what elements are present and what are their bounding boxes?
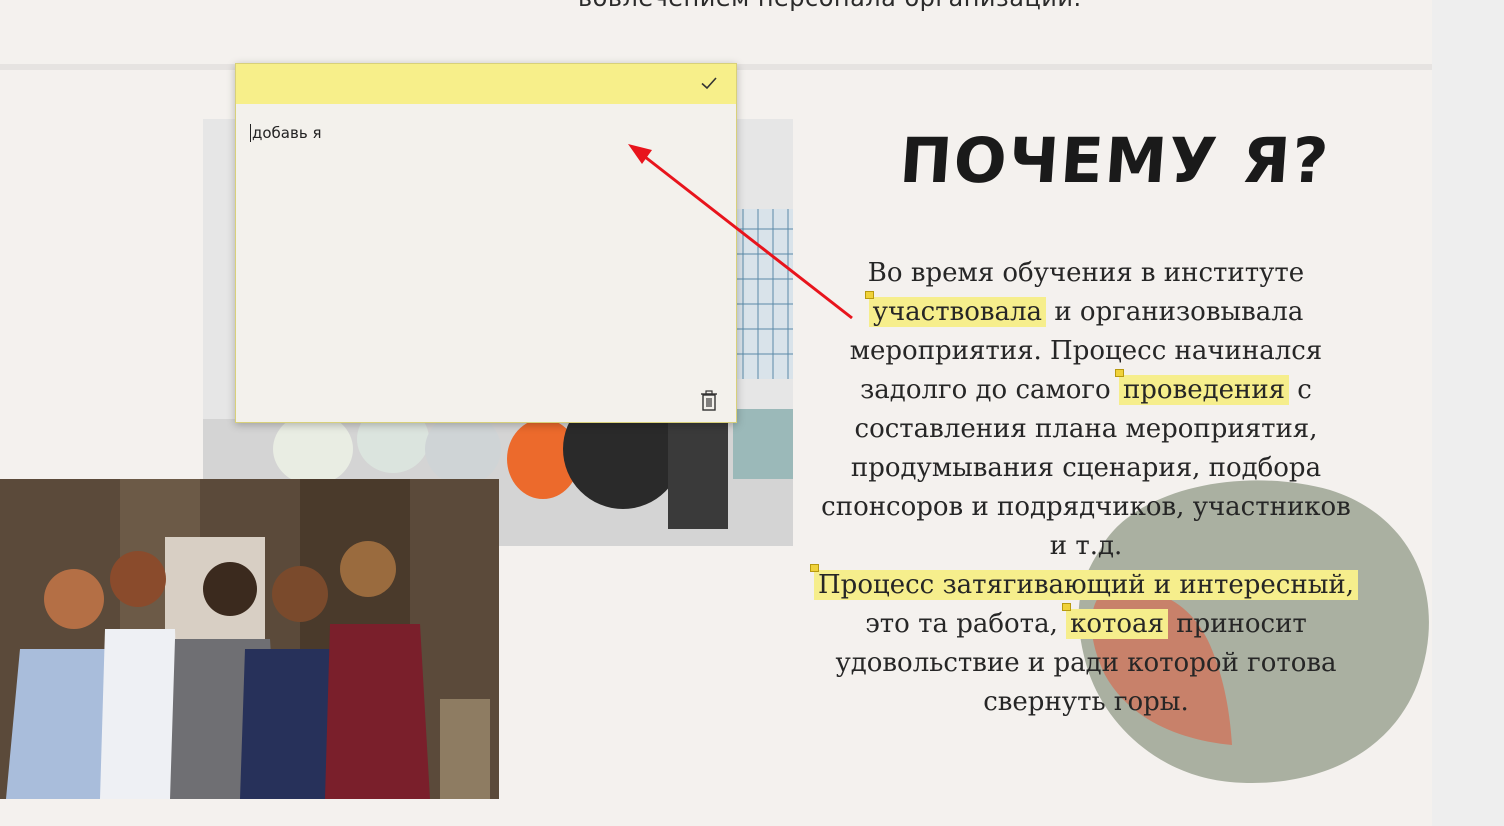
previous-section-text: вовлечением персонала организации.: [0, 0, 1432, 64]
highlighted-text[interactable]: Процесс затягивающий и интересный,: [814, 570, 1358, 600]
team-photo: [0, 479, 499, 799]
paragraph-text: приносит: [1167, 609, 1307, 639]
paragraph-line: продумывания сценария, подбора: [850, 453, 1322, 483]
sticky-note-text[interactable]: добавь я: [250, 124, 321, 142]
paragraph-line: мероприятия. Процесс начинался: [849, 336, 1323, 366]
paragraph-line: участвовала и организовывала: [796, 293, 1376, 332]
highlighted-text[interactable]: проведения: [1118, 375, 1290, 405]
sticky-note[interactable]: добавь я: [235, 63, 737, 423]
paragraph-text: это та работа,: [865, 609, 1067, 639]
highlighted-text[interactable]: участвовала: [868, 297, 1047, 327]
highlighted-text[interactable]: котоая: [1066, 609, 1168, 639]
paragraph-text: и организовывала: [1046, 297, 1304, 327]
paragraph-line: и т.д.: [1049, 531, 1123, 561]
paragraph-line: задолго до самого проведения с: [796, 371, 1376, 410]
paragraph-line: удовольствие и ради которой готова: [835, 648, 1337, 678]
paragraph-line: Процесс затягивающий и интересный,: [796, 566, 1376, 605]
paragraph-line: спонсоров и подрядчиков, участников: [821, 492, 1351, 522]
window-gutter: [1432, 0, 1504, 826]
paragraph-line: Во время обучения в институте: [867, 258, 1305, 288]
page-title: ПОЧЕМУ Я?: [897, 124, 1333, 197]
previous-section-last-line: вовлечением персонала организации.: [578, 0, 1082, 12]
paragraph-line: это та работа, котоая приносит: [796, 605, 1376, 644]
paragraph-line: составления плана мероприятия,: [854, 414, 1318, 444]
paragraph-line: свернуть горы.: [983, 687, 1189, 717]
paragraph-text: задолго до самого: [860, 375, 1119, 405]
trash-icon[interactable]: [700, 390, 718, 412]
paragraph-text: с: [1289, 375, 1312, 405]
sticky-note-header[interactable]: [236, 64, 736, 104]
about-paragraph: Во время обучения в институте участвовал…: [796, 254, 1376, 722]
checkmark-icon[interactable]: [700, 74, 718, 92]
